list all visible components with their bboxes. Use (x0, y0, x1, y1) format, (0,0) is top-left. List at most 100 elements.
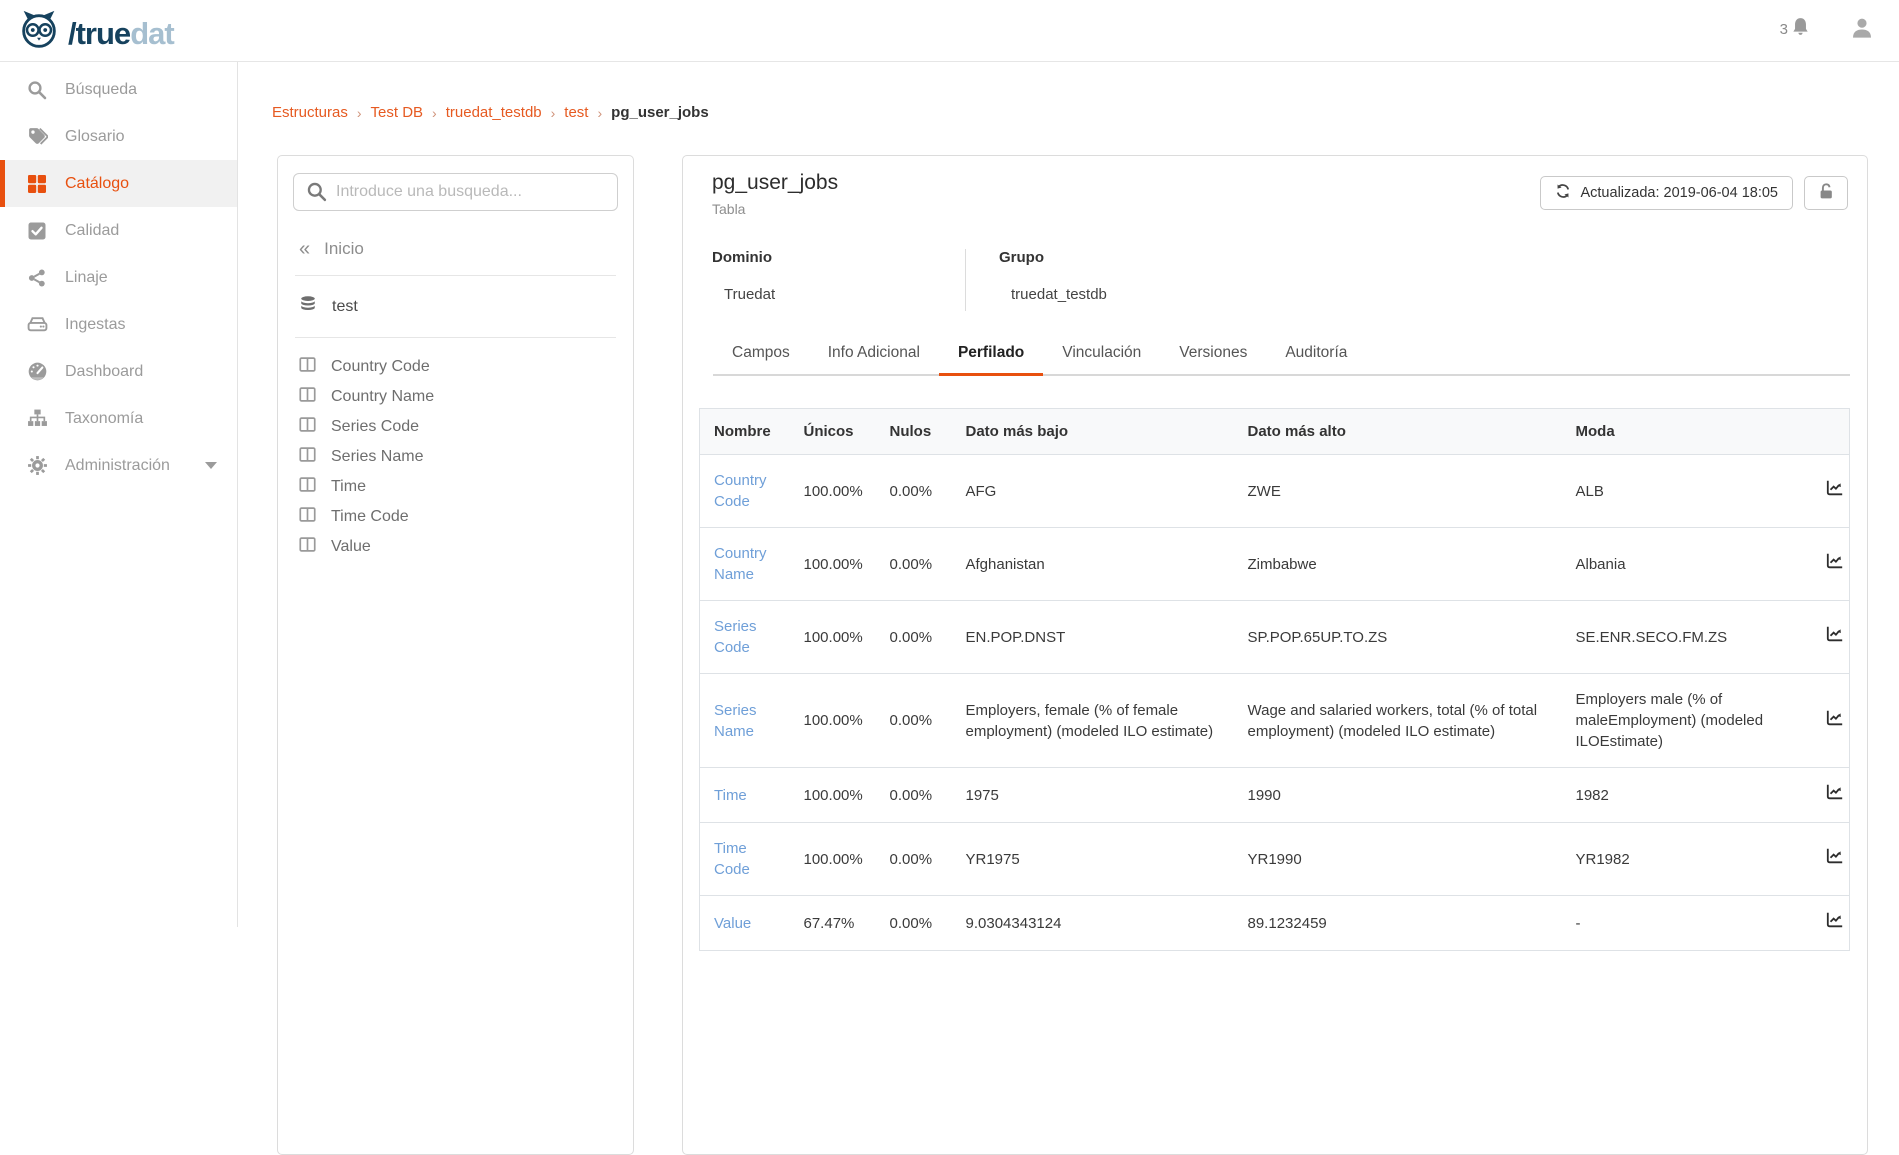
updated-label: Actualizada: 2019-06-04 18:05 (1580, 185, 1778, 201)
sidebar-item-busqueda[interactable]: Búsqueda (0, 66, 237, 113)
app-sidebar: Búsqueda Glosario Catálogo (0, 62, 238, 927)
field-link[interactable]: Value (700, 896, 790, 951)
header-moda: Moda (1562, 409, 1812, 455)
refresh-updated-button[interactable]: Actualizada: 2019-06-04 18:05 (1540, 176, 1793, 210)
columns-icon (299, 386, 316, 408)
grid-icon (26, 173, 48, 195)
tree-column-list: Country Code Country Name Series Code Se… (293, 338, 618, 562)
refresh-icon (1555, 183, 1571, 203)
field-link[interactable]: Series Code (700, 601, 790, 674)
table-row: Series Code 100.00% 0.00% EN.POP.DNST SP… (700, 601, 1850, 674)
profile-table: Nombre Únicos Nulos Dato más bajo Dato m… (699, 408, 1850, 951)
detail-tabs: Campos Info Adicional Perfilado Vinculac… (713, 334, 1850, 376)
tab-versiones[interactable]: Versiones (1160, 334, 1266, 376)
user-menu-button[interactable] (1850, 16, 1874, 45)
cell-highest: Wage and salaried workers, total (% of t… (1234, 674, 1562, 768)
breadcrumb-link[interactable]: Estructuras (272, 104, 348, 121)
header-unicos: Únicos (790, 409, 876, 455)
cell-lowest: AFG (952, 455, 1234, 528)
columns-icon (299, 506, 316, 528)
check-square-icon (26, 220, 48, 242)
table-row: Country Name 100.00% 0.00% Afghanistan Z… (700, 528, 1850, 601)
bell-icon (1790, 16, 1811, 43)
tree-column-label: Time Code (331, 508, 409, 526)
chart-line-icon[interactable] (1826, 709, 1844, 733)
gear-icon (26, 455, 48, 477)
sitemap-icon (26, 408, 48, 430)
cell-lowest: YR1975 (952, 823, 1234, 896)
cell-nulls: 0.00% (876, 455, 952, 528)
cell-unique: 100.00% (790, 823, 876, 896)
sidebar-item-calidad[interactable]: Calidad (0, 207, 237, 254)
chevron-down-icon (205, 462, 217, 469)
brand-text: /truedat (68, 16, 174, 52)
sidebar-item-label: Catálogo (65, 175, 129, 193)
tree-column-item[interactable]: Country Code (299, 352, 618, 382)
cell-highest: 89.1232459 (1234, 896, 1562, 951)
sidebar-item-taxonomia[interactable]: Taxonomía (0, 395, 237, 442)
tree-back-inicio[interactable]: « Inicio (293, 233, 618, 275)
unlock-button[interactable] (1804, 176, 1848, 210)
tree-back-label: Inicio (324, 239, 364, 259)
breadcrumb-link[interactable]: test (564, 104, 588, 121)
field-link[interactable]: Series Name (700, 674, 790, 768)
tree-column-item[interactable]: Time (299, 472, 618, 502)
breadcrumb-separator: › (551, 105, 556, 121)
chart-line-icon[interactable] (1826, 625, 1844, 649)
breadcrumb-link[interactable]: truedat_testdb (446, 104, 542, 121)
sidebar-item-catalogo[interactable]: Catálogo (0, 160, 237, 207)
header-chart (1812, 409, 1850, 455)
field-link[interactable]: Time (700, 768, 790, 823)
sidebar-item-label: Búsqueda (65, 81, 137, 99)
tree-column-item[interactable]: Series Code (299, 412, 618, 442)
cell-unique: 100.00% (790, 528, 876, 601)
tree-node-test[interactable]: test (293, 276, 618, 337)
header-nombre: Nombre (700, 409, 790, 455)
field-link[interactable]: Country Name (700, 528, 790, 601)
cell-nulls: 0.00% (876, 768, 952, 823)
cell-unique: 100.00% (790, 601, 876, 674)
sidebar-item-linaje[interactable]: Linaje (0, 254, 237, 301)
tab-perfilado[interactable]: Perfilado (939, 334, 1043, 376)
columns-icon (299, 356, 316, 378)
chart-line-icon[interactable] (1826, 911, 1844, 935)
chart-line-icon[interactable] (1826, 479, 1844, 503)
tab-auditoria[interactable]: Auditoría (1266, 334, 1366, 376)
tree-column-item[interactable]: Value (299, 532, 618, 562)
columns-icon (299, 536, 316, 558)
sidebar-item-administracion[interactable]: Administración (0, 442, 237, 489)
chart-line-icon[interactable] (1826, 783, 1844, 807)
sidebar-item-glosario[interactable]: Glosario (0, 113, 237, 160)
domain-value: Truedat (724, 286, 775, 303)
drive-icon (26, 314, 48, 336)
tree-column-item[interactable]: Country Name (299, 382, 618, 412)
field-link[interactable]: Country Code (700, 455, 790, 528)
table-row: Time Code 100.00% 0.00% YR1975 YR1990 YR… (700, 823, 1850, 896)
tree-column-item[interactable]: Series Name (299, 442, 618, 472)
sidebar-item-ingestas[interactable]: Ingestas (0, 301, 237, 348)
field-link[interactable]: Time Code (700, 823, 790, 896)
table-row: Series Name 100.00% 0.00% Employers, fem… (700, 674, 1850, 768)
tree-column-label: Value (331, 538, 371, 556)
cell-nulls: 0.00% (876, 674, 952, 768)
tree-search-input[interactable] (293, 173, 618, 211)
search-icon (26, 79, 48, 101)
cell-mode: Albania (1562, 528, 1812, 601)
notifications-button[interactable]: 3 (1780, 16, 1811, 43)
breadcrumb-current: pg_user_jobs (611, 104, 709, 121)
tab-campos[interactable]: Campos (713, 334, 809, 376)
breadcrumb-link[interactable]: Test DB (371, 104, 424, 121)
truedat-logo[interactable]: /truedat (16, 8, 174, 59)
search-icon (306, 181, 327, 207)
chart-line-icon[interactable] (1826, 552, 1844, 576)
breadcrumb-separator: › (597, 105, 602, 121)
meta-group: Grupo truedat_testdb (965, 249, 1107, 311)
table-row: Country Code 100.00% 0.00% AFG ZWE ALB (700, 455, 1850, 528)
share-icon (26, 267, 48, 289)
sidebar-item-dashboard[interactable]: Dashboard (0, 348, 237, 395)
chart-line-icon[interactable] (1826, 847, 1844, 871)
tab-vinculacion[interactable]: Vinculación (1043, 334, 1160, 376)
tab-info-adicional[interactable]: Info Adicional (809, 334, 939, 376)
tree-column-item[interactable]: Time Code (299, 502, 618, 532)
meta-block: Dominio Truedat Grupo truedat_testdb (712, 249, 1832, 311)
